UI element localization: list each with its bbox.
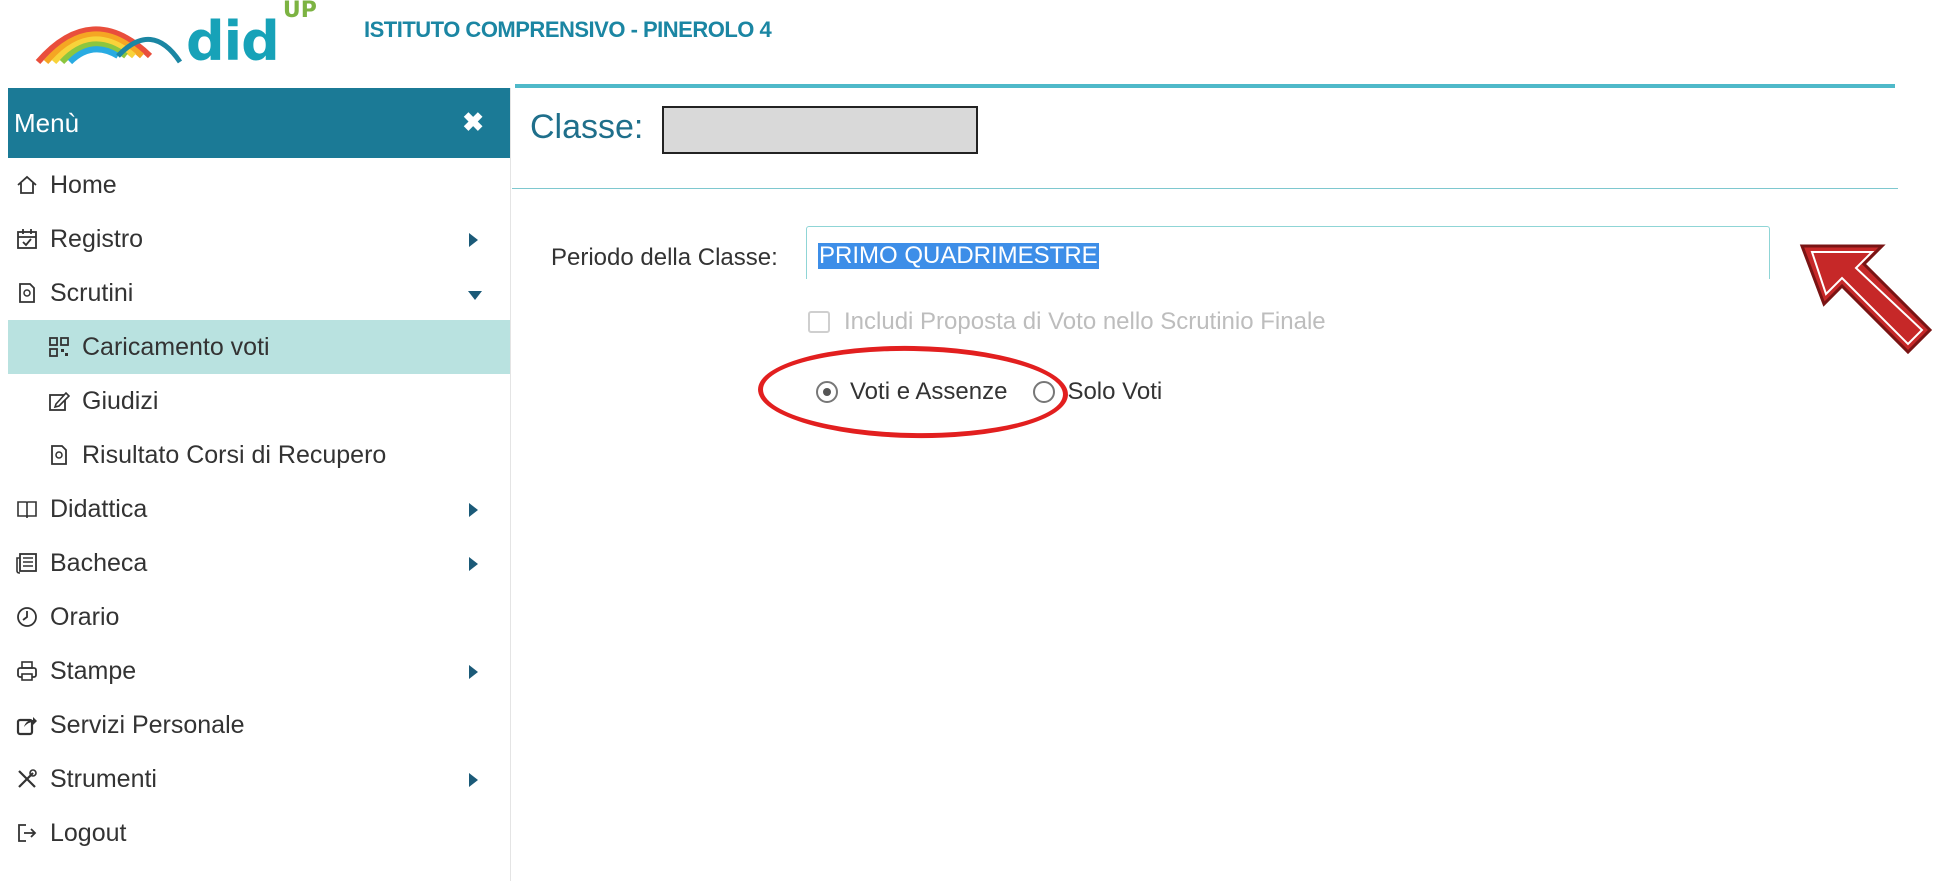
sidebar-item-label: Stampe (50, 656, 137, 685)
period-label: Periodo della Classe: (551, 244, 778, 271)
sidebar-title: Menù (14, 108, 80, 138)
include-proposal-checkbox[interactable] (808, 311, 830, 333)
chevron-right-icon (469, 503, 478, 517)
brand-sup: UP (282, 0, 317, 23)
sidebar-item-label: Bacheca (50, 548, 148, 577)
school-name: ISTITUTO COMPRENSIVO - PINEROLO 4 (364, 17, 772, 42)
sidebar-item-label: Didattica (50, 494, 148, 523)
clock-icon (14, 606, 40, 628)
class-name-redacted (662, 106, 978, 154)
chevron-right-icon (469, 773, 478, 787)
page-title: Classe: (530, 108, 644, 146)
sidebar-item-label: Giudizi (82, 386, 159, 415)
sidebar-item-strumenti[interactable]: Strumenti (8, 752, 510, 806)
sidebar-menu: Menù ✖ Home Registro Scrutini Caricament… (8, 88, 511, 881)
newspaper-icon (14, 552, 40, 574)
sidebar-item-label: Logout (50, 818, 127, 847)
home-icon (14, 175, 40, 195)
sidebar-item-label: Strumenti (50, 764, 157, 793)
edit-icon (46, 390, 72, 412)
sidebar-item-label: Servizi Personale (50, 710, 245, 739)
sidebar-item-bacheca[interactable]: Bacheca (8, 536, 510, 590)
sidebar-item-label: Risultato Corsi di Recupero (82, 440, 387, 469)
include-proposal-label: Includi Proposta di Voto nello Scrutinio… (844, 308, 1326, 335)
sidebar-item-label: Registro (50, 224, 144, 253)
sidebar-item-servizi-personale[interactable]: Servizi Personale (8, 698, 510, 752)
sidebar-item-giudizi[interactable]: Giudizi (8, 374, 510, 428)
tools-icon (14, 768, 40, 790)
main-content: Classe: Periodo della Classe: PRIMO QUAD… (512, 88, 1936, 881)
chevron-right-icon (469, 557, 478, 571)
logout-icon (14, 822, 40, 844)
scrutini-icon (14, 282, 40, 304)
brand-text: did (186, 10, 280, 73)
book-icon (14, 498, 40, 520)
sidebar-item-label: Scrutini (50, 278, 134, 307)
sidebar-item-risultato-corsi[interactable]: Risultato Corsi di Recupero (8, 428, 510, 482)
qrcode-icon (46, 336, 72, 358)
sidebar-item-home[interactable]: Home (8, 158, 510, 212)
close-icon[interactable]: ✖ (462, 107, 484, 138)
sidebar-item-label: Caricamento voti (82, 332, 270, 361)
sidebar-item-registro[interactable]: Registro (8, 212, 510, 266)
title-divider (512, 188, 1898, 189)
sidebar-item-logout[interactable]: Logout (8, 806, 510, 860)
sidebar-item-orario[interactable]: Orario (8, 590, 510, 644)
sidebar-item-label: Orario (50, 602, 120, 631)
sidebar-item-scrutini[interactable]: Scrutini (8, 266, 510, 320)
scrutini-icon (46, 444, 72, 466)
red-arrow-annotation (1790, 236, 1936, 381)
calendar-icon (14, 228, 40, 250)
sidebar-item-caricamento-voti[interactable]: Caricamento voti (8, 320, 510, 374)
share-icon (14, 714, 40, 736)
sidebar-item-stampe[interactable]: Stampe (8, 644, 510, 698)
sidebar-item-label: Home (50, 170, 117, 199)
chevron-right-icon (469, 665, 478, 679)
printer-icon (14, 660, 40, 682)
chevron-right-icon (469, 233, 478, 247)
brand-name: did UP (186, 0, 317, 77)
didup-logo (32, 4, 183, 73)
chevron-down-icon (468, 291, 482, 300)
include-proposal-option[interactable]: Includi Proposta di Voto nello Scrutinio… (808, 308, 1326, 336)
solo-voti-label[interactable]: Solo Voti (1067, 378, 1162, 406)
app-header: did UP ISTITUTO COMPRENSIVO - PINEROLO 4 (0, 0, 1936, 88)
period-value[interactable]: PRIMO QUADRIMESTRE (818, 243, 1099, 269)
sidebar-item-didattica[interactable]: Didattica (8, 482, 510, 536)
sidebar-header: Menù ✖ (8, 88, 510, 158)
